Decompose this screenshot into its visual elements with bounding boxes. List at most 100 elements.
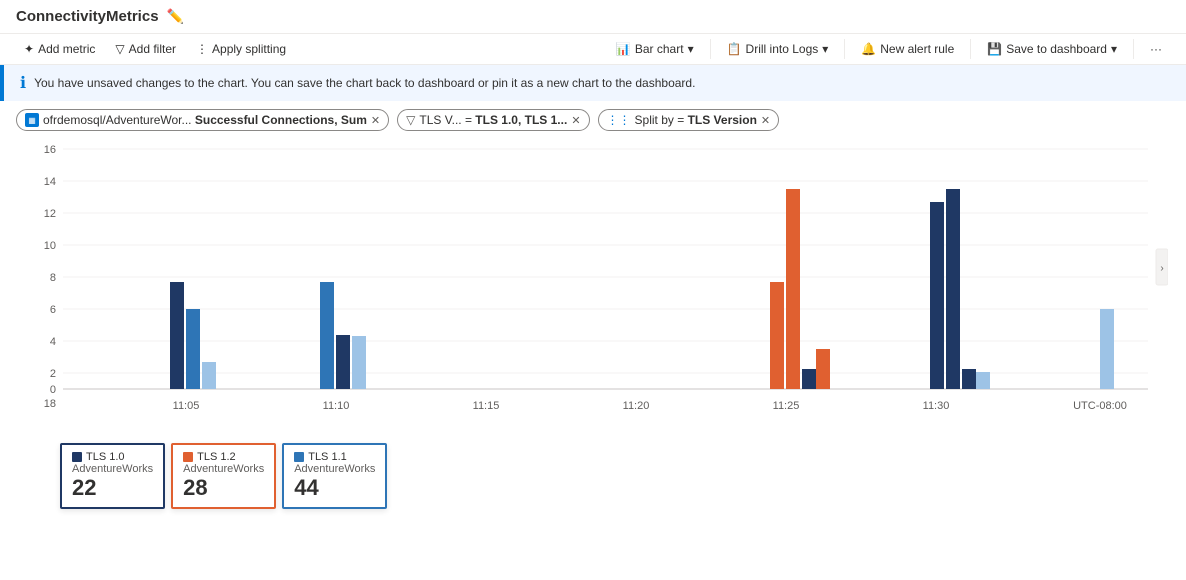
page-title: ConnectivityMetrics [16, 8, 159, 25]
split-filter-icon: ⋮⋮ [607, 113, 631, 127]
db-icon: ▦ [25, 113, 39, 127]
bar-1130-tls10-a [930, 202, 944, 389]
tooltip-tls10-value: 22 [72, 475, 153, 501]
tooltip-tls12-sub: AdventureWorks [183, 463, 264, 475]
svg-text:6: 6 [50, 304, 56, 316]
svg-text:11:20: 11:20 [623, 400, 650, 412]
close-icon-1[interactable]: ✕ [371, 114, 380, 127]
bar-1110-tls11-light2 [352, 336, 366, 389]
tls-filter-pill[interactable]: ▽ TLS V... = TLS 1.0, TLS 1... ✕ [397, 109, 589, 131]
apply-splitting-button[interactable]: ⋮ Apply splitting [188, 38, 294, 60]
bar-1130-tls11-light [976, 372, 990, 389]
metric-filter-pill[interactable]: ▦ ofrdemosql/AdventureWor... Successful … [16, 109, 389, 131]
split-icon: ⋮ [196, 42, 208, 56]
svg-text:14: 14 [44, 176, 56, 188]
logs-icon: 📋 [727, 42, 742, 56]
filter-icon: ▽ [115, 42, 124, 56]
more-options-button[interactable]: ··· [1142, 38, 1170, 60]
svg-text:16: 16 [44, 144, 56, 156]
divider-2 [844, 39, 845, 59]
tooltip-container: TLS 1.0 AdventureWorks 22 TLS 1.2 Advent… [60, 443, 1126, 509]
chevron-down-icon-2: ▾ [822, 42, 828, 56]
add-metric-button[interactable]: ✦ Add metric [16, 38, 103, 60]
svg-text:18: 18 [44, 398, 56, 410]
tooltip-tls11: TLS 1.1 AdventureWorks 44 [282, 443, 387, 509]
banner-message: You have unsaved changes to the chart. Y… [34, 76, 695, 90]
tooltip-tls10-sub: AdventureWorks [72, 463, 153, 475]
toolbar: ✦ Add metric ▽ Add filter ⋮ Apply splitt… [0, 34, 1186, 65]
legend-dot-tls10 [72, 452, 82, 462]
svg-text:UTC-08:00: UTC-08:00 [1073, 400, 1127, 412]
split-filter-text: Split by = TLS Version [635, 113, 757, 127]
new-alert-dropdown[interactable]: 🔔 New alert rule [853, 38, 962, 60]
add-filter-label: Add filter [129, 42, 176, 56]
tooltip-tls10-label: TLS 1.0 [86, 451, 125, 463]
legend-dot-tls11 [294, 452, 304, 462]
divider-3 [970, 39, 971, 59]
apply-splitting-label: Apply splitting [212, 42, 286, 56]
drill-logs-label: Drill into Logs [746, 42, 819, 56]
bar-1125-tls10 [802, 369, 816, 389]
bar-utc-tls11 [1100, 309, 1114, 389]
bar-1110-tls11 [320, 282, 334, 389]
add-metric-label: Add metric [38, 42, 95, 56]
bar-1110-tls10 [336, 335, 350, 389]
chart-type-label: Bar chart [635, 42, 684, 56]
svg-text:10: 10 [44, 240, 56, 252]
title-bar: ConnectivityMetrics ✏️ [0, 0, 1186, 34]
filter-bar: ▦ ofrdemosql/AdventureWor... Successful … [0, 101, 1186, 139]
bar-1105-tls10 [170, 282, 184, 389]
toolbar-left: ✦ Add metric ▽ Add filter ⋮ Apply splitt… [16, 38, 604, 60]
save-dashboard-label: Save to dashboard [1006, 42, 1107, 56]
tooltip-tls11-label: TLS 1.1 [308, 451, 347, 463]
bar-1125-tls12-a [770, 282, 784, 389]
svg-text:11:05: 11:05 [173, 400, 200, 412]
info-icon: ℹ [20, 73, 26, 93]
new-alert-label: New alert rule [880, 42, 954, 56]
bar-1125-tls12-c [816, 349, 830, 389]
svg-text:0: 0 [50, 384, 56, 396]
close-icon-3[interactable]: ✕ [761, 114, 770, 127]
legend-dot-tls12 [183, 452, 193, 462]
chart-svg: 0 2 4 6 8 10 12 14 16 18 11:05 [18, 139, 1168, 439]
svg-text:11:10: 11:10 [323, 400, 350, 412]
add-metric-icon: ✦ [24, 42, 34, 56]
svg-text:11:30: 11:30 [923, 400, 950, 412]
bar-1130-tls10-b [946, 189, 960, 389]
save-icon: 💾 [987, 42, 1002, 56]
save-dashboard-dropdown[interactable]: 💾 Save to dashboard ▾ [979, 38, 1125, 60]
svg-text:11:25: 11:25 [773, 400, 800, 412]
divider-4 [1133, 39, 1134, 59]
chevron-down-icon: ▾ [688, 42, 694, 56]
metric-filter-text: ofrdemosql/AdventureWor... Successful Co… [43, 113, 367, 127]
tooltip-tls12: TLS 1.2 AdventureWorks 28 [171, 443, 276, 509]
svg-text:8: 8 [50, 272, 56, 284]
split-filter-pill[interactable]: ⋮⋮ Split by = TLS Version ✕ [598, 109, 780, 131]
svg-text:›: › [1160, 263, 1163, 274]
filter-icon-2: ▽ [406, 113, 415, 127]
drill-logs-dropdown[interactable]: 📋 Drill into Logs ▾ [719, 38, 837, 60]
bar-1130-tls10-c [962, 369, 976, 389]
chevron-down-icon-3: ▾ [1111, 42, 1117, 56]
svg-text:4: 4 [50, 336, 56, 348]
tooltip-tls10: TLS 1.0 AdventureWorks 22 [60, 443, 165, 509]
info-banner: ℹ You have unsaved changes to the chart.… [0, 65, 1186, 101]
tls-filter-text: TLS V... = TLS 1.0, TLS 1... [419, 113, 567, 127]
barchart-icon: 📊 [616, 42, 631, 56]
alert-icon: 🔔 [861, 42, 876, 56]
toolbar-right: 📊 Bar chart ▾ 📋 Drill into Logs ▾ 🔔 New … [608, 38, 1170, 60]
bar-1105-tls11-light [202, 362, 216, 389]
svg-text:11:15: 11:15 [473, 400, 500, 412]
tooltip-tls11-sub: AdventureWorks [294, 463, 375, 475]
bar-1105-tls11 [186, 309, 200, 389]
add-filter-button[interactable]: ▽ Add filter [107, 38, 184, 60]
chart-type-dropdown[interactable]: 📊 Bar chart ▾ [608, 38, 702, 60]
tooltip-tls11-value: 44 [294, 475, 375, 501]
svg-text:12: 12 [44, 208, 56, 220]
bar-1125-tls12-b [786, 189, 800, 389]
divider-1 [710, 39, 711, 59]
edit-icon[interactable]: ✏️ [167, 8, 184, 25]
close-icon-2[interactable]: ✕ [571, 114, 580, 127]
tooltip-tls12-value: 28 [183, 475, 264, 501]
tooltip-tls12-label: TLS 1.2 [197, 451, 236, 463]
